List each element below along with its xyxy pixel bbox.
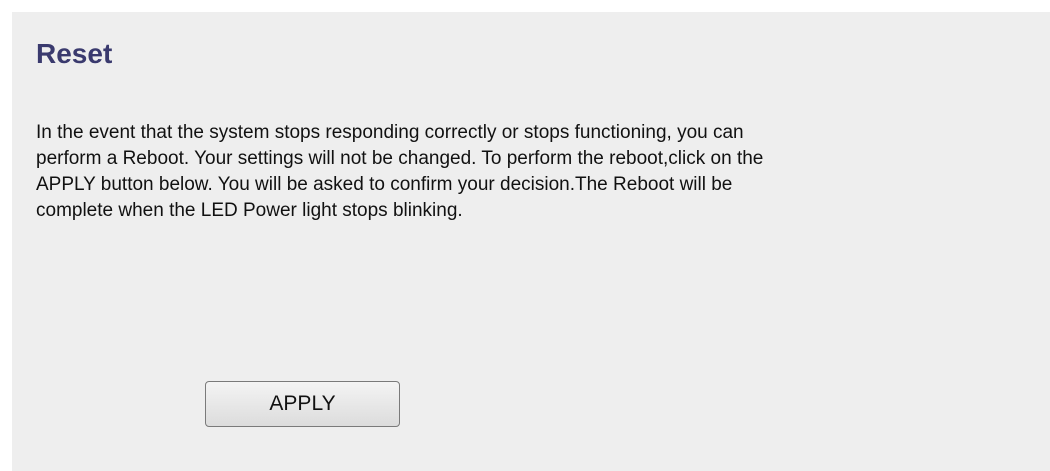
reset-description: In the event that the system stops respo… xyxy=(36,122,764,221)
reset-panel: Reset In the event that the system stops… xyxy=(12,12,1050,471)
page-title: Reset xyxy=(36,38,113,69)
apply-button[interactable]: APPLY xyxy=(205,381,400,427)
